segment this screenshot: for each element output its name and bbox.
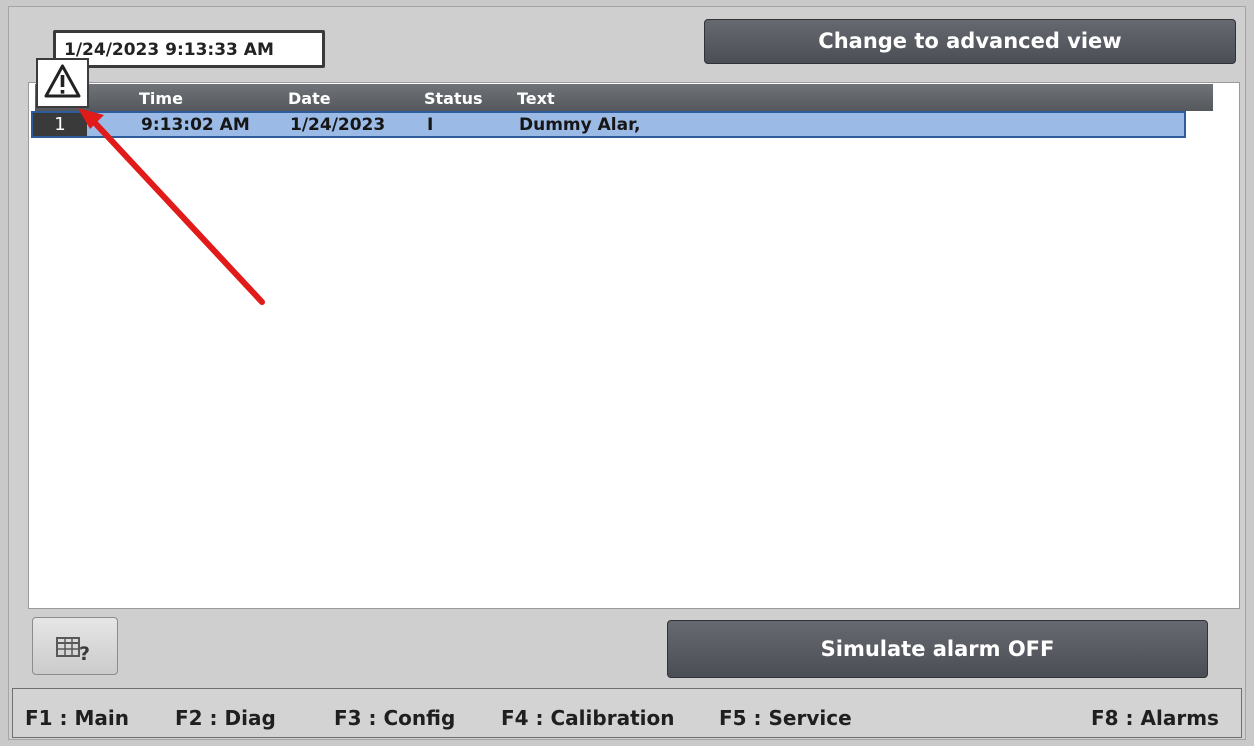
fkey-service[interactable]: F5 : Service bbox=[719, 706, 852, 730]
fkey-calibration[interactable]: F4 : Calibration bbox=[501, 706, 674, 730]
column-header-time[interactable]: Time bbox=[139, 84, 183, 114]
alarm-view: Time Date Status Text 1 9:13:02 AM 1/24/… bbox=[28, 82, 1240, 609]
change-to-advanced-view-button[interactable]: Change to advanced view bbox=[704, 19, 1236, 64]
column-header-status[interactable]: Status bbox=[424, 84, 483, 114]
datetime-display: 1/24/2023 9:13:33 AM bbox=[53, 30, 325, 68]
fkey-config[interactable]: F3 : Config bbox=[334, 706, 455, 730]
function-key-bar: F1 : Main F2 : Diag F3 : Config F4 : Cal… bbox=[12, 688, 1242, 738]
fkey-main[interactable]: F1 : Main bbox=[25, 706, 129, 730]
alarm-indicator-button[interactable] bbox=[36, 58, 89, 108]
alarm-date: 1/24/2023 bbox=[290, 115, 386, 135]
alarm-status: I bbox=[427, 115, 434, 135]
alarm-text: Dummy Alar, bbox=[519, 115, 641, 135]
column-header-text[interactable]: Text bbox=[517, 84, 555, 114]
svg-text:?: ? bbox=[79, 643, 90, 665]
simulate-alarm-off-button[interactable]: Simulate alarm OFF bbox=[667, 620, 1208, 678]
table-help-icon: ? bbox=[56, 637, 90, 665]
fkey-diag[interactable]: F2 : Diag bbox=[175, 706, 276, 730]
alarm-table-header: Time Date Status Text bbox=[35, 84, 1213, 111]
alarm-row[interactable]: 1 9:13:02 AM 1/24/2023 I Dummy Alar, bbox=[31, 111, 1186, 138]
table-help-button[interactable]: ? bbox=[32, 617, 118, 675]
alarm-row-number: 1 bbox=[33, 113, 87, 136]
warning-triangle-icon bbox=[44, 64, 81, 98]
fkey-alarms[interactable]: F8 : Alarms bbox=[1091, 706, 1219, 730]
alarm-time: 9:13:02 AM bbox=[141, 115, 250, 135]
column-header-date[interactable]: Date bbox=[288, 84, 331, 114]
